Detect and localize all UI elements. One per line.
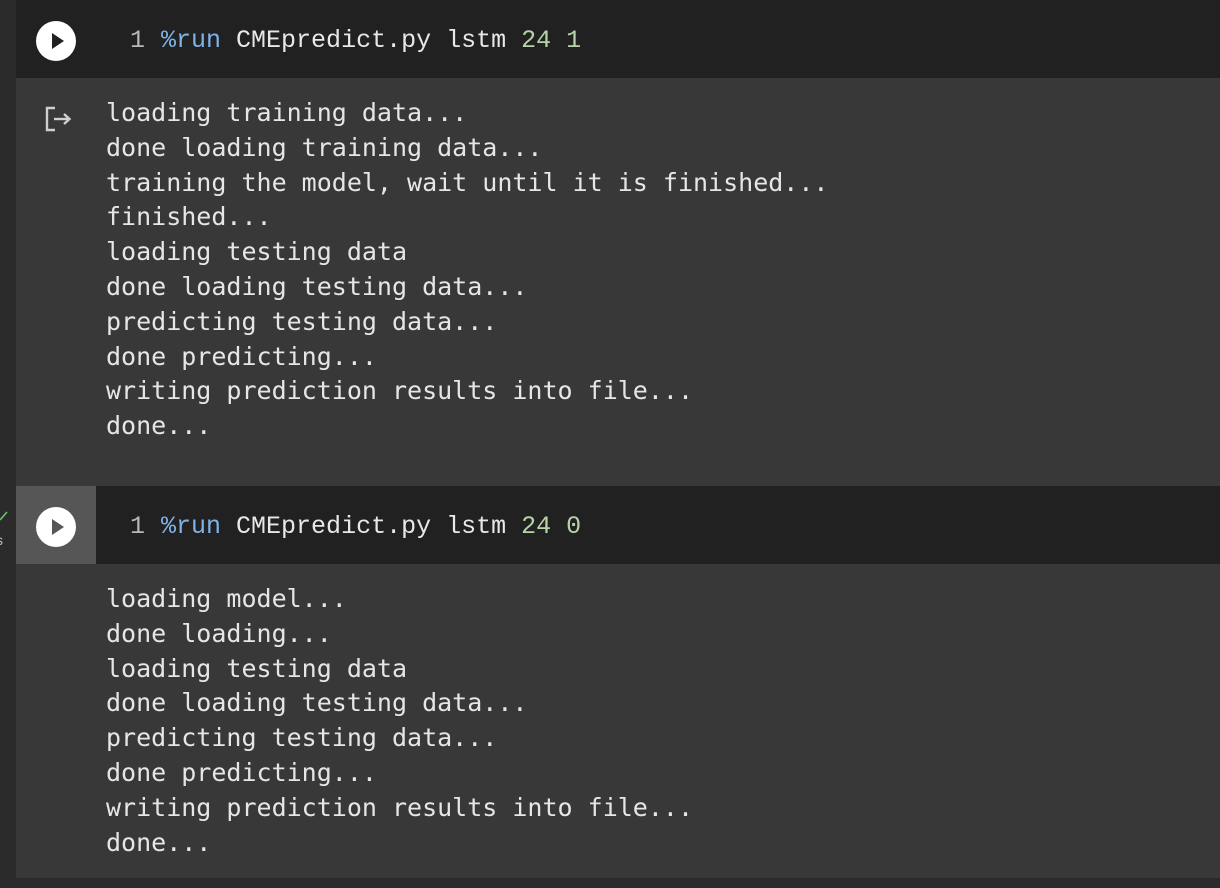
cell-output: loading training data... done loading tr…: [106, 96, 828, 444]
output-line: done...: [106, 827, 212, 857]
run-button[interactable]: [36, 507, 76, 547]
run-area: [16, 486, 96, 564]
magic-command: %run: [161, 512, 222, 541]
bottom-strip: [0, 878, 1220, 888]
output-redirect-icon[interactable]: [44, 104, 76, 134]
output-line: done loading...: [106, 618, 332, 648]
output-line: loading testing data: [106, 237, 408, 267]
model-arg: lstm: [446, 512, 507, 541]
output-line: finished...: [106, 202, 272, 232]
output-line: done loading testing data...: [106, 271, 528, 301]
line-number: 1: [130, 26, 146, 55]
model-arg: lstm: [446, 26, 507, 55]
code-editor[interactable]: 1 %run CMEpredict.py lstm 24 1: [16, 0, 1220, 78]
play-icon: [52, 519, 64, 535]
code-editor[interactable]: 1 %run CMEpredict.py lstm 24 0: [16, 486, 1220, 564]
output-line: done loading training data...: [106, 132, 543, 162]
script-name: CMEpredict.py: [236, 26, 432, 55]
arg-train-flag: 0: [566, 512, 582, 541]
script-name: CMEpredict.py: [236, 512, 432, 541]
arg-train-flag: 1: [566, 26, 582, 55]
output-line: loading model...: [106, 584, 347, 613]
run-button[interactable]: [36, 21, 76, 61]
output-line: loading testing data: [106, 653, 408, 683]
cell-output: loading model... done loading... loading…: [106, 582, 693, 860]
notebook-page: 1 %run CMEpredict.py lstm 24 1 loading tr…: [0, 0, 1220, 888]
execution-time: s: [0, 532, 3, 548]
output-line: done predicting...: [106, 341, 377, 371]
play-icon: [52, 33, 64, 49]
code-line[interactable]: 1 %run CMEpredict.py lstm 24 0: [130, 510, 581, 544]
arg-hours: 24: [521, 512, 552, 541]
output-line: done...: [106, 411, 212, 441]
output-line: predicting testing data...: [106, 306, 498, 336]
code-cell-1[interactable]: 1 %run CMEpredict.py lstm 24 1 loading tr…: [16, 0, 1220, 460]
output-line: writing prediction results into file...: [106, 792, 693, 822]
output-line: training the model, wait until it is fin…: [106, 167, 829, 197]
magic-command: %run: [161, 26, 222, 55]
run-area: [16, 0, 96, 78]
output-line: predicting testing data...: [106, 723, 498, 753]
code-cell-2[interactable]: 1 %run CMEpredict.py lstm 24 0 loading mo…: [16, 486, 1220, 878]
output-line: done loading testing data...: [106, 688, 528, 718]
check-icon: [0, 511, 8, 521]
line-number: 1: [130, 512, 146, 541]
left-gutter: [0, 0, 16, 888]
code-line[interactable]: 1 %run CMEpredict.py lstm 24 1: [130, 24, 581, 58]
output-line: done predicting...: [106, 757, 377, 787]
output-line: loading training data...: [106, 98, 468, 127]
arg-hours: 24: [521, 26, 552, 55]
output-line: writing prediction results into file...: [106, 376, 693, 406]
